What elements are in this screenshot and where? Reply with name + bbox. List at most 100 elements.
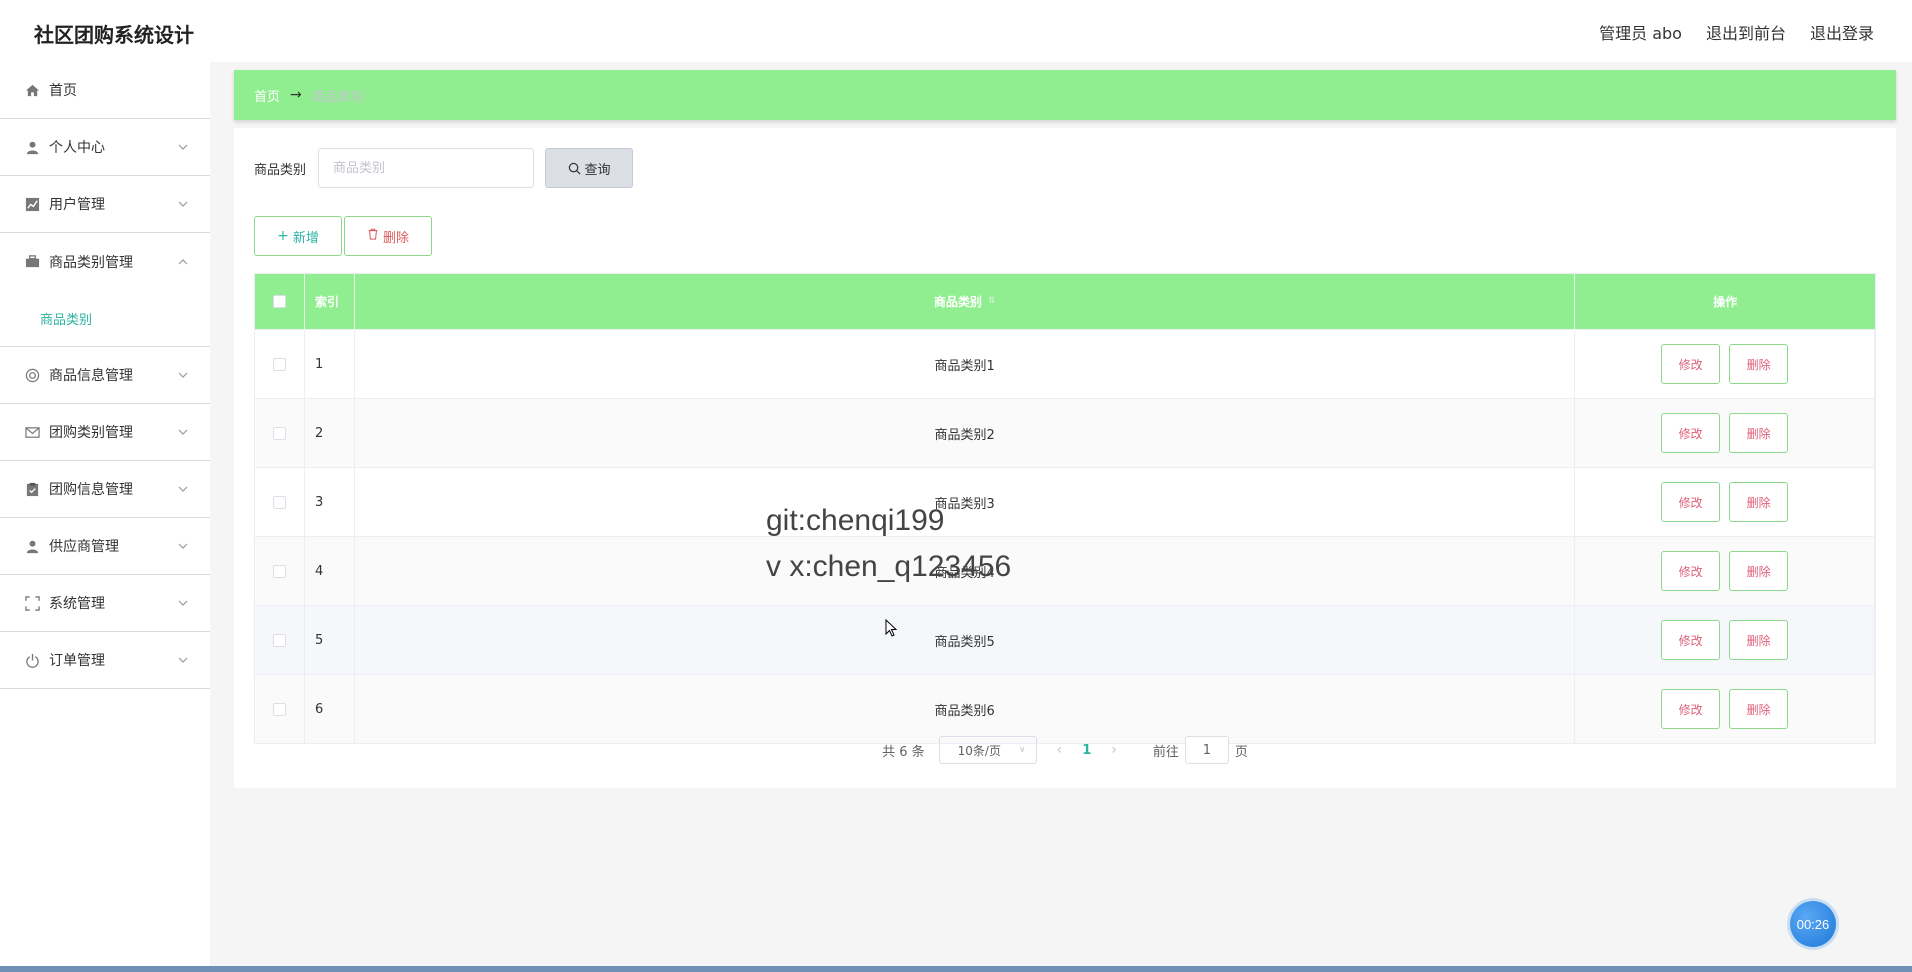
page-number-current[interactable]: 1 (1082, 743, 1091, 758)
row-select-cell (255, 537, 305, 605)
row-ops: 修改 删除 (1575, 399, 1875, 467)
batch-delete-button[interactable]: 删除 (344, 216, 432, 256)
row-index: 6 (305, 675, 355, 743)
person-icon (24, 538, 40, 554)
sidebar-item-category-management[interactable]: 商品类别管理 (0, 233, 210, 290)
chevron-down-icon (178, 484, 188, 494)
chevron-down-icon (178, 427, 188, 437)
prev-page-button[interactable]: ‹ (1057, 742, 1063, 758)
sidebar-item-personal-center[interactable]: 个人中心 (0, 119, 210, 176)
goto-label: 前往 (1152, 744, 1179, 760)
row-select-cell (255, 330, 305, 398)
chevron-down-icon (178, 598, 188, 608)
row-select-cell (255, 675, 305, 743)
breadcrumb-home[interactable]: 首页 (254, 86, 280, 105)
delete-button[interactable]: 删除 (1729, 482, 1789, 522)
top-header: 社区团购系统设计 管理员 abo 退出到前台 退出登录 (0, 0, 1912, 62)
header-ops: 操作 (1713, 295, 1738, 309)
sidebar-item-orders[interactable]: 订单管理 (0, 632, 210, 689)
exit-to-frontend-link[interactable]: 退出到前台 (1706, 20, 1786, 44)
category-table: 索引 商品类别 ⇅ 操作 1 商品类别1 修改 删除 2 商品类别2 修改 删除… (254, 273, 1876, 744)
sidebar-item-label: 首页 (49, 83, 77, 99)
next-page-button[interactable]: › (1111, 742, 1117, 758)
sidebar-item-label: 供应商管理 (49, 539, 119, 555)
sidebar-item-user-management[interactable]: 用户管理 (0, 176, 210, 233)
sidebar-item-label: 订单管理 (49, 653, 105, 669)
search-label: 商品类别 (254, 162, 307, 178)
fullscreen-icon (24, 595, 40, 611)
breadcrumb: 首页 → 商品类别 (234, 70, 1896, 120)
row-category: 商品类别2 (355, 399, 1576, 467)
sidebar-item-group-category[interactable]: 团购类别管理 (0, 404, 210, 461)
timer-badge[interactable]: 00:26 (1790, 901, 1836, 947)
header-select-cell (255, 274, 305, 329)
edit-button[interactable]: 修改 (1661, 482, 1721, 522)
delete-button[interactable]: 删除 (1729, 551, 1789, 591)
chart-icon (24, 196, 40, 212)
chevron-down-icon (178, 142, 188, 152)
sidebar-item-supplier[interactable]: 供应商管理 (0, 518, 210, 575)
row-checkbox[interactable] (272, 702, 286, 716)
delete-button[interactable]: 删除 (1729, 689, 1789, 729)
row-index: 2 (305, 399, 355, 467)
sidebar-item-label: 个人中心 (49, 140, 105, 156)
row-category: 商品类别6 (355, 675, 1576, 743)
taskbar-strip (0, 966, 1912, 972)
row-checkbox[interactable] (272, 495, 286, 509)
admin-user-link[interactable]: 管理员 abo (1599, 20, 1682, 44)
page-size-select[interactable]: 10条/页 ∨ (938, 736, 1037, 764)
sidebar-item-label: 商品信息管理 (49, 368, 133, 384)
app-title: 社区团购系统设计 (34, 23, 194, 47)
batch-delete-button-label: 删除 (382, 230, 409, 246)
edit-button[interactable]: 修改 (1661, 413, 1721, 453)
sidebar-subitem-category[interactable]: 商品类别 (0, 290, 210, 347)
row-checkbox[interactable] (272, 633, 286, 647)
pagination: 共 6 条 10条/页 ∨ ‹ 1 › 前往 页 (234, 736, 1896, 764)
sidebar-item-system[interactable]: 系统管理 (0, 575, 210, 632)
chevron-down-icon (178, 541, 188, 551)
sidebar-item-group-info[interactable]: 团购信息管理 (0, 461, 210, 518)
pagination-total: 共 6 条 (882, 744, 925, 760)
page-size-value: 10条/页 (957, 743, 1001, 758)
header-category[interactable]: 商品类别 ⇅ (355, 274, 1576, 329)
row-ops: 修改 删除 (1575, 675, 1875, 743)
goto-suffix: 页 (1234, 744, 1248, 760)
sidebar-item-product-info[interactable]: 商品信息管理 (0, 347, 210, 404)
delete-button[interactable]: 删除 (1729, 344, 1789, 384)
delete-button[interactable]: 删除 (1729, 620, 1789, 660)
chevron-down-icon (178, 370, 188, 380)
sidebar-item-home[interactable]: 首页 (0, 62, 210, 119)
logout-link[interactable]: 退出登录 (1810, 20, 1874, 44)
row-category: 商品类别4 (355, 537, 1576, 605)
table-row: 4 商品类别4 修改 删除 (255, 536, 1875, 605)
chevron-down-icon (178, 199, 188, 209)
row-ops: 修改 删除 (1575, 606, 1875, 674)
header-index: 索引 (305, 274, 355, 329)
content-panel: 商品类别 查询 + 新增 删除 索引 商品类别 ⇅ (234, 128, 1896, 788)
row-checkbox[interactable] (272, 426, 286, 440)
row-ops: 修改 删除 (1575, 330, 1875, 398)
table-row: 2 商品类别2 修改 删除 (255, 398, 1875, 467)
briefcase-icon (24, 254, 40, 270)
edit-button[interactable]: 修改 (1661, 551, 1721, 591)
sidebar: 首页 个人中心 用户管理 商品类别管理 商品类别 商品信息管理 团购类别管理 团… (0, 62, 210, 972)
edit-button[interactable]: 修改 (1661, 620, 1721, 660)
row-index: 4 (305, 537, 355, 605)
home-icon (24, 82, 40, 98)
edit-button[interactable]: 修改 (1661, 689, 1721, 729)
sort-icon[interactable]: ⇅ (988, 297, 996, 306)
sidebar-item-label: 系统管理 (49, 596, 105, 612)
goto-page-input[interactable] (1184, 736, 1229, 764)
row-checkbox[interactable] (272, 357, 286, 371)
row-checkbox[interactable] (272, 564, 286, 578)
delete-button[interactable]: 删除 (1729, 413, 1789, 453)
search-input[interactable] (318, 148, 535, 188)
row-index: 3 (305, 468, 355, 536)
trash-icon (367, 228, 379, 244)
add-button[interactable]: + 新增 (254, 216, 342, 256)
search-button[interactable]: 查询 (545, 148, 634, 188)
select-all-checkbox[interactable] (272, 295, 286, 308)
header-category-label: 商品类别 (933, 295, 982, 309)
edit-button[interactable]: 修改 (1661, 344, 1721, 384)
row-category: 商品类别5 (355, 606, 1576, 674)
